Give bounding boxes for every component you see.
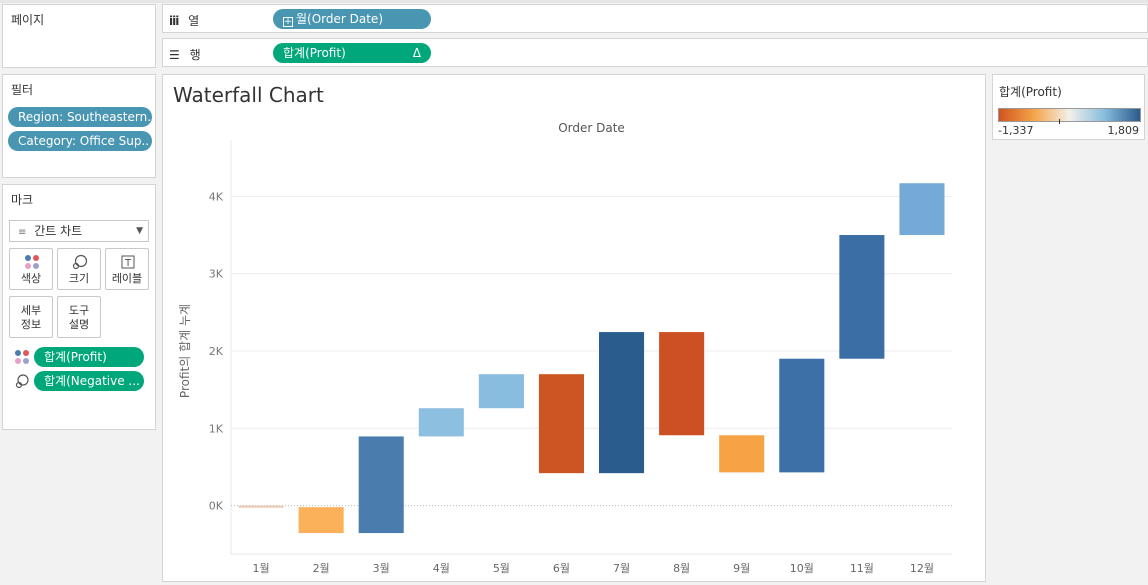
waterfall-bar (538, 374, 584, 474)
filters-panel: 필터 Region: Southeastern.. Category: Offi… (2, 74, 156, 178)
label-icon: T (121, 255, 135, 269)
color-legend: 합계(Profit) -1,337 1,809 (992, 74, 1145, 140)
y-tick-label: 0K (209, 500, 224, 513)
tooltip-button-label: 도구 설명 (68, 304, 90, 331)
x-tick-label: 5월 (493, 562, 510, 575)
legend-max-label: 1,809 (1107, 124, 1140, 137)
gantt-icon: ≡ (18, 227, 27, 238)
columns-pill-order-date[interactable]: + 월(Order Date) (273, 9, 431, 29)
waterfall-bar (899, 183, 945, 236)
x-tick-label: 3월 (373, 562, 390, 575)
chart-title: Waterfall Chart (173, 83, 324, 107)
svg-text:T: T (124, 258, 132, 269)
legend-gradient-bar (998, 108, 1141, 122)
color-field-icon (15, 350, 29, 364)
x-tick-label: 7월 (613, 562, 630, 575)
marks-title: 마크 (11, 193, 34, 207)
x-tick-label: 8월 (673, 562, 690, 575)
waterfall-bar (478, 374, 524, 409)
chevron-down-icon: ▼ (136, 226, 143, 236)
y-tick-label: 2K (209, 345, 224, 358)
rows-pill-profit[interactable]: 합계(Profit) Δ (273, 43, 431, 63)
detail-button[interactable]: 세부 정보 (9, 296, 53, 338)
size-button[interactable]: 크기 (57, 248, 101, 290)
filter-pill-region[interactable]: Region: Southeastern.. (8, 107, 152, 127)
color-icon (25, 255, 39, 269)
y-axis-title: Profit의 합계 누계 (178, 304, 192, 398)
label-button[interactable]: T 레이블 (105, 248, 149, 290)
y-tick-label: 3K (209, 268, 224, 281)
marks-field-negative[interactable]: 합계(Negative ... (34, 371, 144, 391)
size-icon (72, 254, 88, 270)
y-tick-label: 1K (209, 422, 224, 435)
waterfall-bar (418, 408, 464, 437)
x-tick-label: 10월 (790, 562, 814, 575)
filter-pill-category[interactable]: Category: Office Sup.. (8, 131, 152, 151)
columns-icon: iii (169, 14, 179, 28)
x-tick-label: 12월 (910, 562, 934, 575)
x-tick-label: 9월 (733, 562, 750, 575)
x-tick-label: 2월 (313, 562, 330, 575)
filters-title: 필터 (11, 83, 34, 97)
color-button-label: 색상 (20, 272, 42, 285)
waterfall-bar (779, 358, 825, 473)
detail-button-label: 세부 정보 (20, 304, 42, 331)
size-field-icon (15, 374, 29, 389)
pages-label: 페이지 (11, 13, 45, 27)
waterfall-bar (719, 435, 765, 473)
marks-field-profit[interactable]: 합계(Profit) (34, 347, 144, 367)
table-calc-delta-icon: Δ (412, 46, 421, 60)
x-tick-label: 11월 (850, 562, 874, 575)
color-button[interactable]: 색상 (9, 248, 53, 290)
rows-icon: ☰ (169, 48, 180, 62)
rows-shelf[interactable]: ☰ 행 합계(Profit) Δ (162, 38, 1148, 67)
x-tick-label: 4월 (433, 562, 450, 575)
top-strip (0, 0, 1148, 3)
expand-icon: + (283, 17, 293, 27)
tooltip-button[interactable]: 도구 설명 (57, 296, 101, 338)
column-header-label: Order Date (558, 121, 625, 135)
waterfall-bar (839, 235, 885, 359)
pages-panel[interactable]: 페이지 (2, 4, 156, 68)
waterfall-bar (298, 507, 344, 534)
x-tick-label: 1월 (252, 562, 269, 575)
waterfall-chart: Order Date 0K 1K 2K 3K 4K Profit의 합계 누계 1월 2월 3월 4… (178, 121, 952, 575)
legend-zero-tick (1059, 119, 1060, 124)
x-tick-label: 6월 (553, 562, 570, 575)
mark-type-dropdown[interactable]: ≡ 간트 차트 ▼ (9, 220, 149, 242)
y-tick-label: 4K (209, 190, 224, 203)
columns-shelf-label: iii 열 (169, 14, 200, 28)
columns-shelf[interactable]: iii 열 + 월(Order Date) (162, 4, 1148, 33)
legend-min-label: -1,337 (998, 124, 1034, 137)
waterfall-bar (358, 436, 404, 534)
size-button-label: 크기 (68, 272, 90, 285)
waterfall-bar (238, 505, 284, 508)
label-button-label: 레이블 (111, 272, 143, 285)
waterfall-bar (659, 332, 705, 436)
legend-title: 합계(Profit) (999, 85, 1062, 99)
waterfall-bar (599, 332, 645, 474)
rows-shelf-label: ☰ 행 (169, 48, 201, 62)
